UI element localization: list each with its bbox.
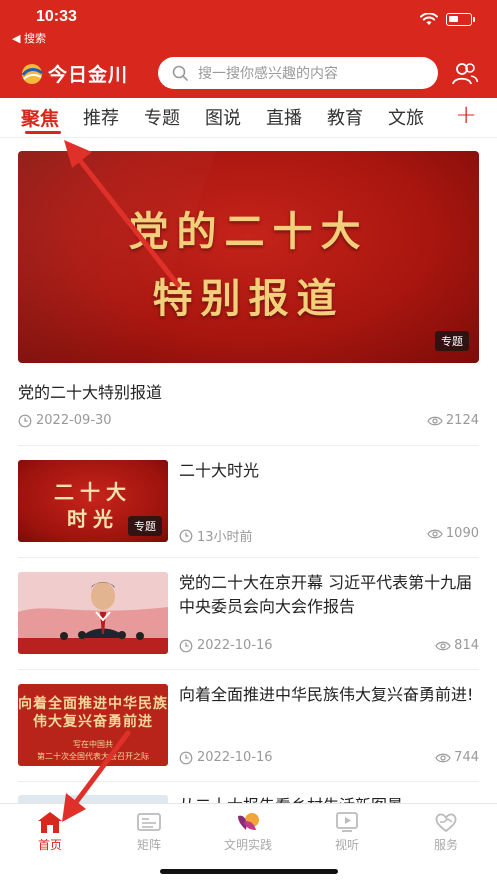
thumb-small-text-1: 写在中国共: [73, 740, 113, 749]
add-channel-button[interactable]: +: [455, 100, 477, 130]
nav-home[interactable]: 首页: [10, 810, 90, 853]
item-views: 1090: [427, 526, 479, 541]
item-views-count: 1090: [445, 526, 479, 541]
status-time: 10:33: [36, 8, 77, 25]
matrix-icon: [137, 813, 161, 831]
hero-date-text: 2022-09-30: [36, 413, 112, 428]
topic-badge: 专题: [128, 516, 162, 536]
battery-tip: [473, 17, 475, 22]
clock-icon: [179, 751, 193, 764]
search-bar[interactable]: 搜一搜你感兴趣的内容: [158, 57, 438, 89]
tab-education[interactable]: 教育: [327, 104, 363, 130]
active-tab-indicator: [25, 131, 61, 134]
item-views: 814: [435, 638, 479, 653]
battery-icon: [446, 13, 472, 26]
tab-focus[interactable]: 聚焦: [21, 104, 59, 131]
item-thumbnail-photo[interactable]: [18, 572, 168, 654]
nav-civilization[interactable]: 文明实践: [208, 810, 288, 853]
service-icon: [435, 813, 457, 833]
divider: [18, 557, 479, 558]
hero-views-count: 2124: [445, 413, 479, 428]
item-date-text: 2022-10-16: [197, 750, 273, 765]
item-date-text: 2022-10-16: [197, 638, 273, 653]
thumb-text-line1: 二十大: [54, 480, 132, 504]
item-title[interactable]: 向着全面推进中华民族伟大复兴奋勇前进!: [179, 683, 479, 707]
thumb-text-line2: 伟大复兴奋勇前进: [33, 714, 153, 730]
nav-label: 视听: [334, 838, 359, 852]
wifi-icon: [420, 13, 438, 25]
item-views: 744: [435, 750, 479, 765]
tab-culture-tourism[interactable]: 文旅: [388, 104, 424, 130]
back-to-search-link[interactable]: ◀ 搜索: [12, 30, 46, 46]
divider: [18, 781, 479, 782]
eye-icon: [427, 416, 443, 425]
divider: [18, 445, 479, 446]
item-views-count: 814: [454, 638, 479, 653]
item-date: 2022-10-16: [179, 750, 273, 765]
nav-label: 矩阵: [136, 838, 161, 852]
eye-icon: [435, 753, 451, 762]
search-placeholder: 搜一搜你感兴趣的内容: [198, 66, 338, 82]
next-item-title[interactable]: 从二十大报告看乡村生活新图景: [179, 794, 459, 803]
home-icon: [38, 812, 62, 833]
hero-views: 2124: [427, 413, 479, 428]
topic-badge: 专题: [435, 331, 469, 351]
clock-icon: [18, 414, 32, 427]
item-date: 13小时前: [179, 526, 253, 545]
next-item-thumbnail[interactable]: [18, 795, 168, 803]
nav-matrix[interactable]: 矩阵: [109, 810, 189, 853]
hero-banner-image[interactable]: 党的二十大 特别报道 专题: [18, 151, 479, 363]
divider: [18, 669, 479, 670]
search-icon: [172, 65, 188, 81]
hero-light-sweep: [18, 151, 217, 363]
item-title[interactable]: 党的二十大在京开幕 习近平代表第十九届中央委员会向大会作报告: [179, 571, 479, 619]
nav-label: 首页: [37, 838, 62, 852]
nav-label: 文明实践: [223, 838, 272, 852]
app-logo: 今日金川: [20, 60, 128, 87]
nav-label: 服务: [433, 838, 458, 852]
eye-icon: [435, 641, 451, 650]
item-thumbnail[interactable]: 向着全面推进中华民族 伟大复兴奋勇前进 写在中国共 第二十次全国代表大会召开之际: [18, 684, 168, 766]
app-header: 10:33 ◀ 搜索 今日金川 搜一搜你感兴趣的内容: [0, 0, 497, 98]
eye-icon: [427, 529, 443, 538]
hero-date: 2022-09-30: [18, 413, 112, 428]
clock-icon: [179, 529, 193, 542]
channel-tabs: 聚焦 推荐 专题 图说 直播 教育 文旅 +: [0, 98, 497, 138]
item-thumbnail[interactable]: 二十大 时光 专题: [18, 460, 168, 542]
thumb-text-line1: 向着全面推进中华民族: [18, 696, 168, 712]
item-date: 2022-10-16: [179, 638, 273, 653]
item-views-count: 744: [454, 750, 479, 765]
hero-article-title[interactable]: 党的二十大特别报道: [18, 379, 162, 403]
thumb-small-text-2: 第二十次全国代表大会召开之际: [37, 752, 149, 761]
clock-icon: [179, 639, 193, 652]
user-profile-icon[interactable]: [451, 60, 479, 86]
status-icons: [420, 13, 475, 26]
tab-live[interactable]: 直播: [266, 104, 302, 130]
tab-recommend[interactable]: 推荐: [83, 104, 119, 130]
speaker-photo-graphic: [18, 572, 168, 654]
item-title[interactable]: 二十大时光: [179, 459, 479, 483]
logo-mark-icon: [21, 63, 43, 84]
home-indicator: [160, 869, 338, 874]
hero-image-text-line1: 党的二十大: [128, 208, 369, 255]
video-icon: [336, 812, 358, 832]
hero-image-text-line2: 特别报道: [152, 275, 345, 322]
tab-pictures[interactable]: 图说: [205, 104, 241, 130]
app-name: 今日金川: [48, 64, 129, 86]
tab-topics[interactable]: 专题: [144, 104, 180, 130]
civilization-icon: [238, 813, 259, 830]
nav-service[interactable]: 服务: [406, 810, 486, 853]
item-date-text: 13小时前: [197, 530, 253, 545]
nav-video[interactable]: 视听: [307, 810, 387, 853]
